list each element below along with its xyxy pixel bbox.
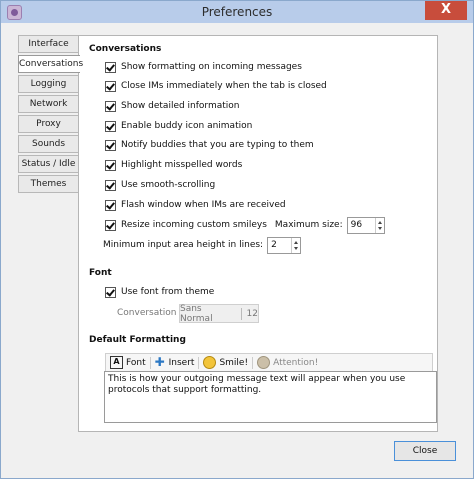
title-bar[interactable]: Preferences X [1,1,473,23]
option-label: Resize incoming custom smileys [121,220,267,230]
attention-button-label: Attention! [273,357,319,368]
max-size-value: 96 [350,220,363,230]
notify-typing-checkbox[interactable] [105,139,116,151]
option-label: Enable buddy icon animation [121,121,253,131]
option-label: Use smooth-scrolling [121,180,216,190]
font-name: Sans Normal [180,303,213,324]
resize-smileys-checkbox[interactable] [105,219,116,231]
tab-conversations[interactable]: Conversations [18,55,83,73]
tab-network[interactable]: Network [18,95,78,113]
font-button[interactable]: A Font [110,356,146,369]
conversations-heading: Conversations [89,44,162,54]
font-heading: Font [89,268,112,278]
show-formatting-checkbox[interactable] [105,61,116,73]
option-highlight-misspelled[interactable]: Highlight misspelled words [105,158,242,172]
smile-button[interactable]: Smile! [203,356,248,369]
show-detailed-checkbox[interactable] [105,100,116,112]
preferences-window: Preferences X Interface Conversations Lo… [0,0,474,479]
max-size-spinner[interactable]: 96 [346,216,385,234]
option-show-formatting[interactable]: Show formatting on incoming messages [105,60,302,74]
toolbar-divider [198,356,200,369]
min-input-height-spinner[interactable]: 2 [267,236,302,254]
option-label: Use font from theme [121,287,215,297]
window-close-button[interactable]: X [425,1,467,20]
font-button-divider [240,307,242,320]
spinner-arrows-icon[interactable] [374,217,384,233]
spinner-arrows-icon[interactable] [291,237,300,253]
option-flash-window[interactable]: Flash window when IMs are received [105,198,286,212]
option-label: Show formatting on incoming messages [121,62,302,72]
option-use-theme-font[interactable]: Use font from theme [105,285,214,299]
use-theme-font-checkbox[interactable] [105,286,116,298]
window-title: Preferences [201,5,273,19]
formatting-sample-text[interactable]: This is how your outgoing message text w… [104,371,437,423]
option-label: Show detailed information [121,101,240,111]
smooth-scrolling-checkbox[interactable] [105,179,116,191]
tab-sounds[interactable]: Sounds [18,135,78,153]
conversation-font-button[interactable]: Sans Normal 12 [179,303,259,324]
option-smooth-scrolling[interactable]: Use smooth-scrolling [105,178,215,192]
buddy-icon-animation-checkbox[interactable] [105,120,116,132]
font-icon: A [110,356,123,369]
font-button-label: Font [126,357,146,368]
tab-status-idle[interactable]: Status / Idle [18,155,78,173]
option-label: Close IMs immediately when the tab is cl… [121,81,327,91]
formatting-toolbar: A Font ✚ Insert Smile! Attention! [105,353,433,371]
max-size-label: Maximum size: [274,220,343,230]
option-notify-typing[interactable]: Notify buddies that you are typing to th… [105,138,314,152]
toolbar-divider [149,356,151,369]
tab-themes[interactable]: Themes [18,175,78,193]
option-close-ims[interactable]: Close IMs immediately when the tab is cl… [105,79,327,93]
insert-button[interactable]: ✚ Insert [154,355,195,369]
tab-list: Interface Conversations Logging Network … [18,35,83,195]
attention-button[interactable]: Attention! [257,356,318,369]
plus-icon: ✚ [154,355,165,369]
smile-button-label: Smile! [219,357,249,368]
option-buddy-icon-animation[interactable]: Enable buddy icon animation [105,119,252,133]
insert-button-label: Insert [168,357,195,368]
close-ims-checkbox[interactable] [105,80,116,92]
smiley-icon [203,356,217,369]
tab-interface[interactable]: Interface [18,35,78,53]
toolbar-divider [252,356,254,369]
option-show-detailed[interactable]: Show detailed information [105,99,240,113]
option-label: Flash window when IMs are received [121,200,286,210]
highlight-misspelled-checkbox[interactable] [105,159,116,171]
flash-window-checkbox[interactable] [105,199,116,211]
tab-logging[interactable]: Logging [18,75,78,93]
min-input-height-label: Minimum input area height in lines: [103,240,264,250]
close-icon: X [440,2,452,17]
min-input-height-value: 2 [271,240,277,250]
font-size: 12 [246,308,258,319]
min-input-height-row: Minimum input area height in lines: 2 [103,236,302,254]
option-resize-smileys[interactable]: Resize incoming custom smileys Maximum s… [105,216,385,234]
close-button[interactable]: Close [394,441,456,461]
default-formatting-heading: Default Formatting [89,335,186,345]
option-label: Highlight misspelled words [121,160,243,170]
attention-icon [257,356,271,369]
option-label: Notify buddies that you are typing to th… [121,140,314,150]
tab-proxy[interactable]: Proxy [18,115,78,133]
